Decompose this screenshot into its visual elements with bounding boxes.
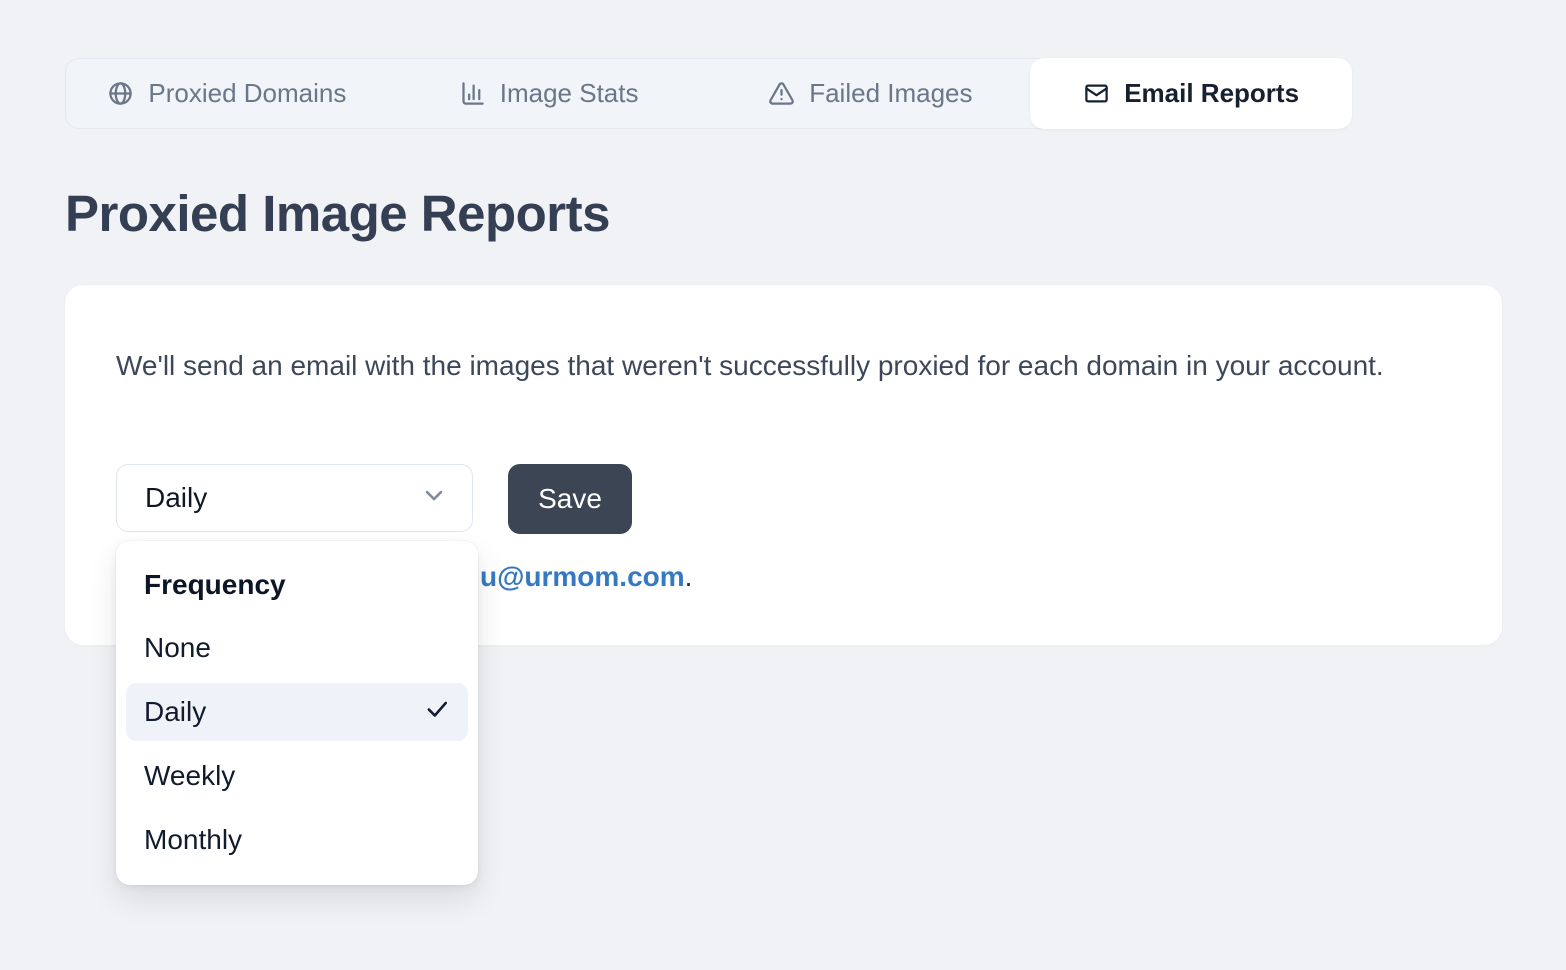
frequency-option-daily[interactable]: Daily (126, 683, 468, 741)
frequency-select[interactable]: Daily (116, 464, 473, 532)
tab-failed-images[interactable]: Failed Images (710, 59, 1032, 128)
description-text: We'll send an email with the images that… (116, 342, 1456, 390)
tab-label: Image Stats (500, 78, 639, 109)
frequency-option-monthly[interactable]: Monthly (126, 811, 468, 869)
tab-email-reports[interactable]: Email Reports (1030, 58, 1352, 129)
tab-bar: Proxied Domains Image Stats Failed Image… (65, 58, 1352, 129)
email-sentence-period: . (685, 561, 693, 592)
warning-triangle-icon (768, 80, 795, 107)
page-title: Proxied Image Reports (65, 184, 610, 243)
email-reports-page: Proxied Domains Image Stats Failed Image… (0, 0, 1566, 970)
frequency-option-none[interactable]: None (126, 619, 468, 677)
globe-icon (107, 80, 134, 107)
tab-label: Proxied Domains (148, 78, 346, 109)
frequency-select-value: Daily (145, 482, 207, 514)
option-label: Daily (144, 696, 206, 728)
tab-image-stats[interactable]: Image Stats (388, 59, 710, 128)
save-button[interactable]: Save (508, 464, 632, 534)
tab-label: Failed Images (809, 78, 972, 109)
envelope-icon (1083, 80, 1110, 107)
option-label: None (144, 632, 211, 664)
frequency-option-weekly[interactable]: Weekly (126, 747, 468, 805)
email-link[interactable]: u@urmom.com (480, 561, 685, 592)
option-label: Weekly (144, 760, 235, 792)
tab-proxied-domains[interactable]: Proxied Domains (66, 59, 388, 128)
controls-row: Daily Save (116, 464, 632, 534)
option-label: Monthly (144, 824, 242, 856)
bar-chart-icon (459, 80, 486, 107)
frequency-dropdown-menu: Frequency None Daily Weekly Monthly (116, 541, 478, 885)
dropdown-header: Frequency (126, 559, 468, 613)
chevron-down-icon (420, 481, 448, 516)
tab-label: Email Reports (1124, 78, 1299, 109)
check-icon (424, 696, 450, 729)
report-email-line: u@urmom.com. (480, 561, 692, 593)
